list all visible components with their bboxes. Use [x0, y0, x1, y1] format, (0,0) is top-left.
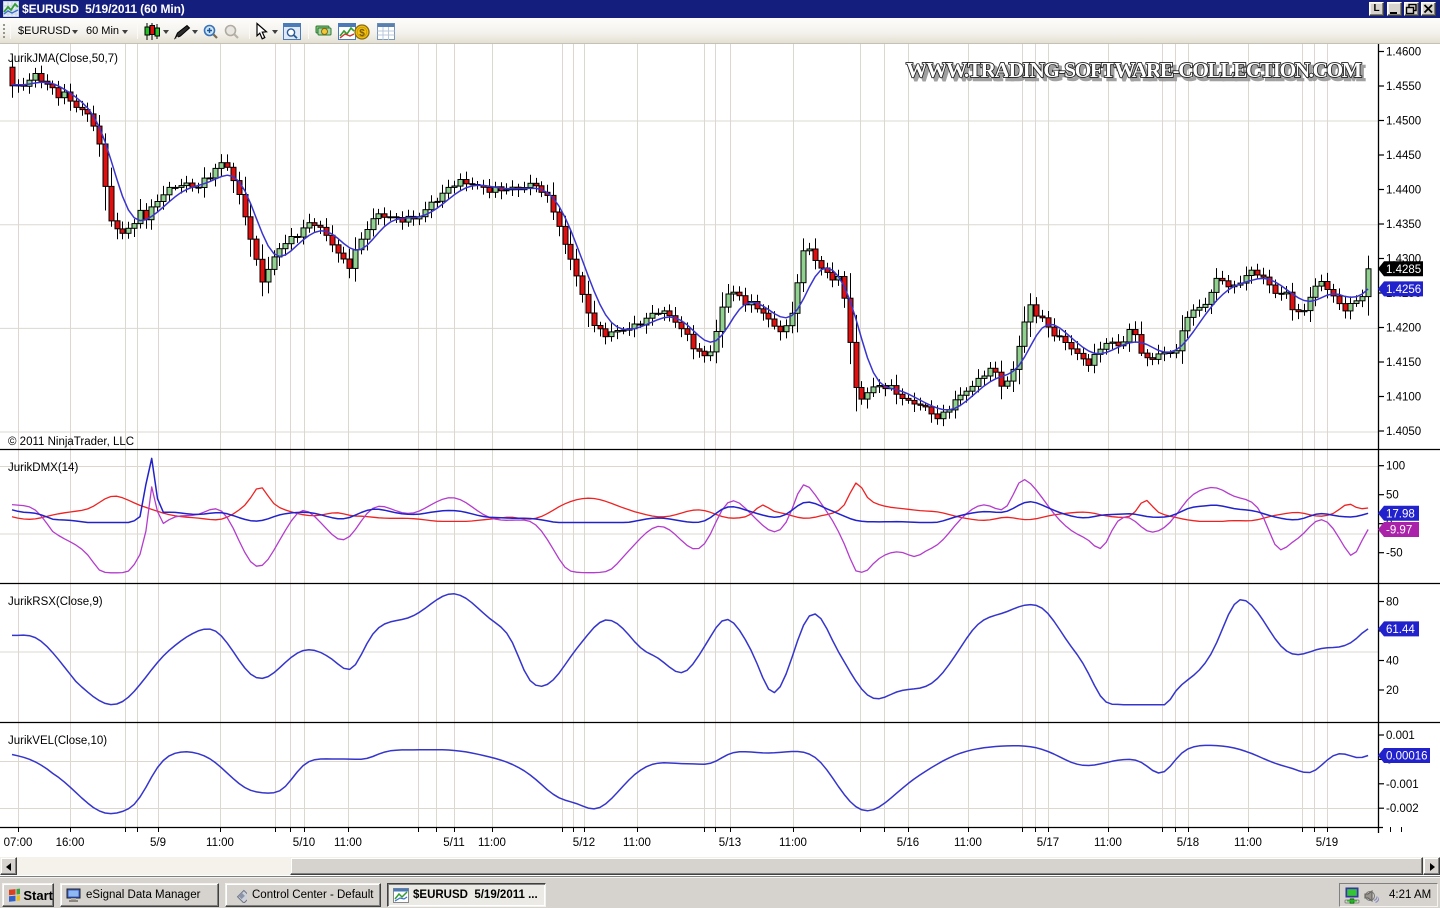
svg-text:1.4100: 1.4100: [1386, 392, 1421, 404]
svg-text:WWW.TRADING-SOFTWARE-COLLECTIO: WWW.TRADING-SOFTWARE-COLLECTION.COM: [906, 58, 1362, 82]
svg-text:0.001: 0.001: [1386, 730, 1415, 742]
svg-text:1.4450: 1.4450: [1386, 150, 1421, 162]
svg-text:5/16: 5/16: [897, 837, 919, 849]
svg-text:1.4285: 1.4285: [1386, 264, 1421, 276]
svg-text:1.4350: 1.4350: [1386, 219, 1421, 231]
svg-text:-9.97: -9.97: [1386, 525, 1412, 537]
svg-text:11:00: 11:00: [779, 837, 807, 849]
svg-text:JurikDMX(14): JurikDMX(14): [8, 462, 78, 474]
svg-text:1.4200: 1.4200: [1386, 323, 1421, 335]
svg-text:1.4500: 1.4500: [1386, 116, 1421, 128]
svg-text:11:00: 11:00: [954, 837, 982, 849]
svg-text:11:00: 11:00: [334, 837, 362, 849]
svg-text:11:00: 11:00: [623, 837, 651, 849]
svg-text:20: 20: [1386, 685, 1399, 697]
svg-text:5/11: 5/11: [443, 837, 465, 849]
svg-text:11:00: 11:00: [1094, 837, 1122, 849]
svg-text:1.4150: 1.4150: [1386, 357, 1421, 369]
svg-text:1.4550: 1.4550: [1386, 81, 1421, 93]
svg-text:11:00: 11:00: [206, 837, 234, 849]
svg-text:1.4050: 1.4050: [1386, 426, 1421, 438]
svg-text:$: $: [359, 28, 365, 39]
svg-text:40: 40: [1386, 656, 1399, 668]
svg-text:17.98: 17.98: [1386, 508, 1415, 520]
svg-text:11:00: 11:00: [1234, 837, 1262, 849]
svg-text:50: 50: [1386, 490, 1399, 502]
svg-text:100: 100: [1386, 461, 1405, 473]
svg-text:1.4600: 1.4600: [1386, 47, 1421, 59]
svg-text:5/12: 5/12: [573, 837, 595, 849]
svg-text:5/18: 5/18: [1177, 837, 1199, 849]
svg-text:1.4256: 1.4256: [1386, 284, 1421, 296]
svg-text:© 2011 NinjaTrader, LLC: © 2011 NinjaTrader, LLC: [8, 436, 134, 448]
svg-text:JurikRSX(Close,9): JurikRSX(Close,9): [8, 596, 103, 608]
svg-text:5/10: 5/10: [293, 837, 315, 849]
svg-text:5/9: 5/9: [150, 837, 166, 849]
svg-text:11:00: 11:00: [478, 837, 506, 849]
svg-text:61.44: 61.44: [1386, 624, 1415, 636]
svg-text:07:00: 07:00: [4, 837, 33, 849]
svg-text:-50: -50: [1386, 548, 1403, 560]
svg-text:16:00: 16:00: [56, 837, 85, 849]
svg-text:5/19: 5/19: [1316, 837, 1338, 849]
svg-text:1.4400: 1.4400: [1386, 185, 1421, 197]
svg-text:5/13: 5/13: [719, 837, 741, 849]
svg-text:0.00016: 0.00016: [1386, 751, 1428, 763]
svg-text:5/17: 5/17: [1037, 837, 1059, 849]
svg-text:-0.001: -0.001: [1386, 779, 1419, 791]
svg-text:JurikVEL(Close,10): JurikVEL(Close,10): [8, 735, 107, 747]
svg-text:JurikJMA(Close,50,7): JurikJMA(Close,50,7): [8, 53, 118, 65]
svg-text:-0.002: -0.002: [1386, 803, 1419, 815]
svg-text:80: 80: [1386, 597, 1399, 609]
